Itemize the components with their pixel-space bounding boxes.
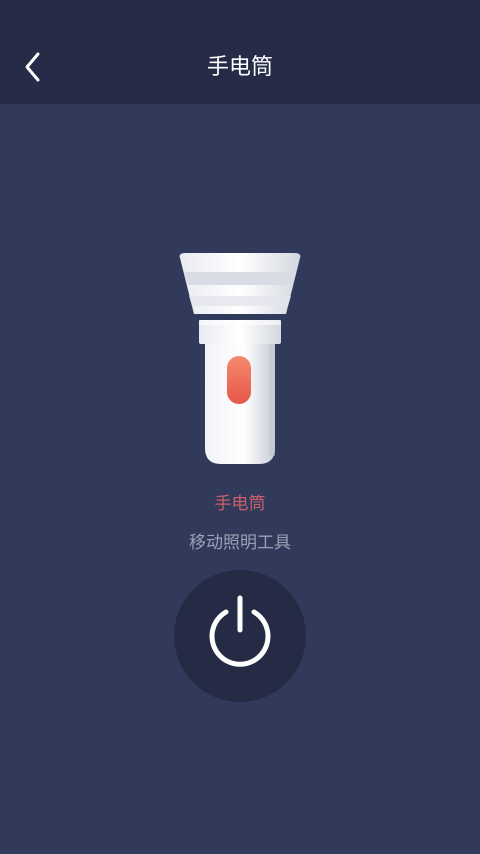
top-bar: 手电筒 <box>0 0 480 104</box>
power-icon <box>209 595 271 667</box>
flashlight-icon <box>179 253 301 464</box>
power-button[interactable] <box>174 570 306 702</box>
page-title: 手电筒 <box>206 55 273 80</box>
app-description: 移动照明工具 <box>189 533 291 553</box>
flashlight-illustration <box>176 252 304 466</box>
app-name: 手电筒 <box>214 494 266 514</box>
